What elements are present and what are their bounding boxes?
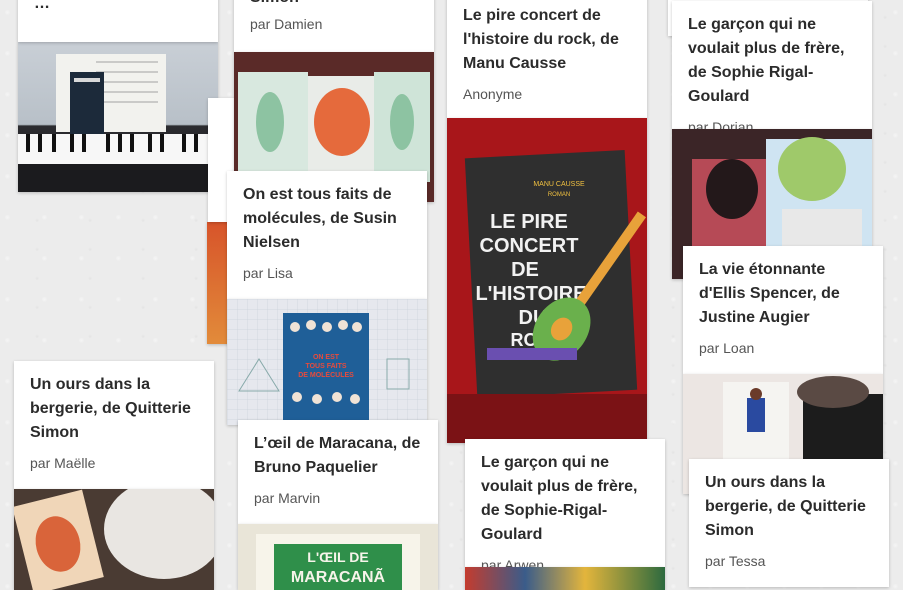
card-top-left[interactable]: … xyxy=(18,0,218,42)
card-title: Le pire concert de l'histoire du rock, d… xyxy=(463,7,619,72)
cover-title-line: DE xyxy=(511,259,539,281)
card-author: par Maëlle xyxy=(30,455,96,471)
card-title: Le garçon qui ne voulait plus de frère, … xyxy=(688,16,845,105)
card-tessa[interactable]: Un ours dans la bergerie, de Quitterie S… xyxy=(689,459,889,587)
card-maelle[interactable]: Un ours dans la bergerie, de Quitterie S… xyxy=(14,361,214,489)
molecules-book-photo[interactable]: ON EST TOUS FAITS DE MOLÉCULES xyxy=(227,299,427,425)
card-title: L’œil de Maracana, de Bruno Paquelier xyxy=(254,435,421,476)
card-title: On est tous faits de molécules, de Susin… xyxy=(243,186,397,251)
piano-book-photo[interactable] xyxy=(18,42,218,192)
card-lisa[interactable]: On est tous faits de molécules, de Susin… xyxy=(227,171,427,299)
card-author: par Damien xyxy=(250,16,323,32)
card-title: Un ours dans la bergerie, de Quitterie S… xyxy=(705,474,866,539)
card-title: La vie étonnante d'Ellis Spencer, de Jus… xyxy=(699,261,840,326)
card-dorian[interactable]: Le garçon qui ne voulait plus de frère, … xyxy=(672,1,872,135)
card-author: par Tessa xyxy=(705,553,766,569)
cover-title-line: ON EST xyxy=(313,354,340,361)
cover-title-line: LE PIRE xyxy=(490,211,568,233)
rock-book-photo[interactable]: MANU CAUSSE ROMAN LE PIRE CONCERT DE L'H… xyxy=(447,118,647,443)
card-loan[interactable]: La vie étonnante d'Ellis Spencer, de Jus… xyxy=(683,246,883,374)
maracana-book-photo[interactable]: L'ŒIL DE MARACANÃ xyxy=(238,524,438,590)
card-title: Le garçon qui ne voulait plus de frère, … xyxy=(481,454,638,543)
card-author: par Loan xyxy=(699,340,755,356)
arwen-book-photo[interactable] xyxy=(465,567,665,590)
card-marvin[interactable]: L’œil de Maracana, de Bruno Paquelier pa… xyxy=(238,420,438,524)
card-rock[interactable]: Le pire concert de l'histoire du rock, d… xyxy=(447,0,647,118)
cover-title-line: MARACANÃ xyxy=(291,566,386,586)
cover-title-line: DE MOLÉCULES xyxy=(298,370,354,379)
card-damien[interactable]: Simon par Damien xyxy=(234,0,434,52)
cover-title-line: L'ŒIL DE xyxy=(307,549,368,565)
card-author: Anonyme xyxy=(463,86,523,102)
card-title: Un ours dans la bergerie, de Quitterie S… xyxy=(30,376,191,441)
card-title: Simon xyxy=(250,0,418,10)
ours-book-photo[interactable] xyxy=(14,489,214,590)
cover-title-line: TOUS FAITS xyxy=(305,363,346,370)
card-author: par Marvin xyxy=(254,490,321,506)
card-arwen[interactable]: Le garçon qui ne voulait plus de frère, … xyxy=(465,439,665,573)
card-author: par Lisa xyxy=(243,265,293,281)
cover-title-line: CONCERT xyxy=(480,235,579,257)
cover-author: MANU CAUSSE xyxy=(533,181,585,188)
card-title: … xyxy=(34,0,50,12)
cover-genre: ROMAN xyxy=(548,192,570,198)
